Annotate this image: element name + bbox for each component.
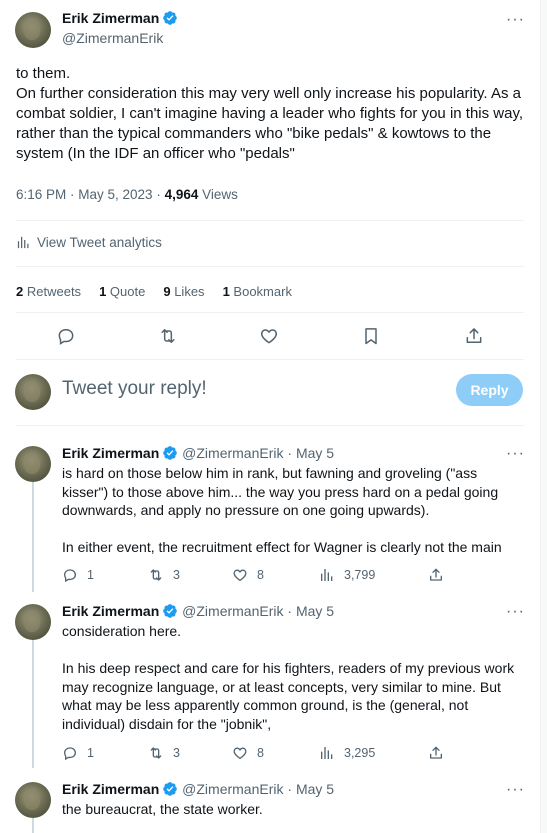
likes-count: 9 [163, 284, 171, 299]
tweet-text: to them. On further consideration this m… [16, 65, 524, 162]
verified-badge-icon [162, 10, 178, 26]
views-count: 3,295 [344, 746, 376, 760]
thread-line [32, 482, 34, 592]
retweet-action[interactable]: 3 [148, 567, 180, 583]
views-icon [319, 567, 335, 583]
reply-icon [62, 567, 78, 583]
author-handle[interactable]: @ZimermanErik [182, 445, 283, 461]
retweets-count: 2 [16, 284, 24, 299]
author-handle[interactable]: @ZimermanErik [182, 603, 283, 619]
retweets-label: Retweets [26, 284, 82, 299]
retweet-icon[interactable] [150, 318, 186, 354]
like-count: 8 [257, 746, 264, 760]
bookmarks-label: Bookmark [233, 284, 292, 299]
analytics-label[interactable]: View Tweet analytics [37, 235, 162, 250]
retweet-icon [148, 567, 164, 583]
verified-badge-icon [162, 781, 178, 797]
reply-button[interactable]: Reply [456, 374, 523, 406]
verified-badge-icon [162, 445, 178, 461]
views-label: Views [198, 187, 238, 202]
bookmark-icon[interactable] [353, 318, 389, 354]
likes-label: Likes [174, 284, 205, 299]
retweet-icon [148, 745, 164, 761]
more-icon[interactable]: ··· [506, 12, 524, 32]
bookmarks-count: 1 [222, 284, 230, 299]
divider [16, 266, 524, 267]
view-analytics-link[interactable]: View Tweet analytics [16, 235, 162, 250]
reply-text: is hard on those below him in rank, but … [62, 465, 502, 555]
retweet-count: 3 [173, 746, 180, 760]
share-action[interactable] [428, 745, 444, 761]
views-icon [319, 745, 335, 761]
thread-line [32, 818, 34, 833]
author-handle[interactable]: @ZimermanErik [182, 781, 283, 797]
bar-chart-icon [16, 235, 31, 250]
quotes-count: 1 [99, 284, 107, 299]
engagement-stats: 2 Retweets 1 Quote 9 Likes 1 Bookmark [16, 284, 292, 299]
heart-icon [232, 745, 248, 761]
tweet-actions [0, 318, 541, 354]
share-icon [428, 745, 444, 761]
views-count: 3,799 [344, 568, 376, 582]
author-avatar[interactable] [15, 12, 51, 48]
reply-date[interactable]: · May 5 [287, 603, 334, 619]
quotes-stat[interactable]: 1 Quote [99, 284, 145, 299]
views-count: 4,964 [164, 187, 199, 202]
like-action[interactable]: 8 [232, 745, 264, 761]
heart-icon[interactable] [251, 318, 287, 354]
tweet-detail-page: Erik Zimerman @ZimermanErik ··· to them.… [0, 0, 541, 833]
views-action[interactable]: 3,295 [319, 745, 375, 761]
verified-badge-icon [162, 603, 178, 619]
reply-icon [62, 745, 78, 761]
reply-header: Erik Zimerman @ZimermanErik · May 5 [62, 445, 334, 461]
author-avatar[interactable] [15, 782, 51, 818]
reply-header: Erik Zimerman @ZimermanErik · May 5 [62, 781, 334, 797]
retweets-stat[interactable]: 2 Retweets [16, 284, 81, 299]
retweet-action[interactable]: 3 [148, 745, 180, 761]
meta-separator: · [152, 187, 165, 202]
reply-input[interactable]: Tweet your reply! [62, 378, 207, 400]
quotes-label: Quote [109, 284, 146, 299]
tweet-timestamp[interactable]: 6:16 PM · May 5, 2023 [16, 187, 153, 202]
scrollbar-thumb[interactable] [541, 0, 547, 833]
author-avatar[interactable] [15, 446, 51, 482]
reply-count: 1 [87, 568, 94, 582]
views-action[interactable]: 3,799 [319, 567, 375, 583]
author-name[interactable]: Erik Zimerman [62, 781, 159, 797]
heart-icon [232, 567, 248, 583]
reply-text: consideration here. In his deep respect … [62, 623, 515, 732]
author-name[interactable]: Erik Zimerman [62, 445, 159, 461]
author-name[interactable]: Erik Zimerman [62, 603, 159, 619]
reply-count: 1 [87, 746, 94, 760]
author-avatar[interactable] [15, 604, 51, 640]
divider [16, 425, 524, 426]
reply-text: the bureaucrat, the state worker. [62, 801, 263, 817]
author-name-row[interactable]: Erik Zimerman [62, 10, 178, 26]
share-icon [428, 567, 444, 583]
likes-stat[interactable]: 9 Likes [163, 284, 204, 299]
divider [16, 220, 524, 221]
reply-header: Erik Zimerman @ZimermanErik · May 5 [62, 603, 334, 619]
tweet-meta: 6:16 PM · May 5, 2023 · 4,964 Views [16, 187, 238, 202]
share-action[interactable] [428, 567, 444, 583]
share-icon[interactable] [456, 318, 492, 354]
reply-action[interactable]: 1 [62, 567, 94, 583]
thread-line [32, 640, 34, 768]
divider [16, 359, 524, 360]
author-handle[interactable]: @ZimermanErik [62, 30, 163, 46]
like-count: 8 [257, 568, 264, 582]
reply-date[interactable]: · May 5 [287, 781, 334, 797]
reply-date[interactable]: · May 5 [287, 445, 334, 461]
retweet-count: 3 [173, 568, 180, 582]
like-action[interactable]: 8 [232, 567, 264, 583]
bookmarks-stat[interactable]: 1 Bookmark [223, 284, 292, 299]
scrollbar[interactable] [541, 0, 547, 833]
author-name[interactable]: Erik Zimerman [62, 10, 159, 26]
reply-icon[interactable] [48, 318, 84, 354]
reply-action[interactable]: 1 [62, 745, 94, 761]
my-avatar[interactable] [15, 374, 51, 410]
divider [16, 312, 524, 313]
